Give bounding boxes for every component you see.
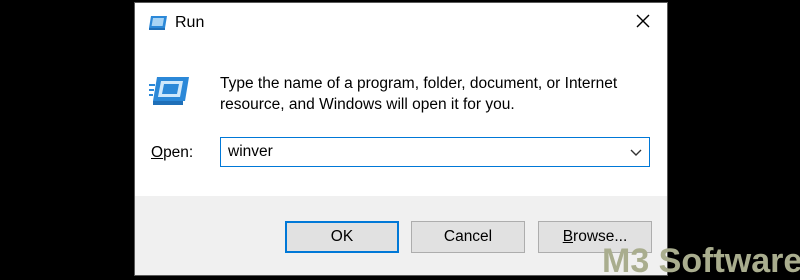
dialog-footer: OK Cancel Browse... bbox=[135, 196, 667, 275]
dialog-description: Type the name of a program, folder, docu… bbox=[220, 75, 618, 113]
cancel-button[interactable]: Cancel bbox=[411, 221, 525, 253]
watermark-software: Software bbox=[649, 242, 800, 280]
close-icon bbox=[636, 14, 650, 33]
open-input[interactable]: winver bbox=[228, 143, 273, 161]
watermark-logo: M3 Software bbox=[602, 244, 800, 278]
chevron-down-icon[interactable] bbox=[629, 146, 643, 158]
run-icon bbox=[147, 13, 169, 31]
ok-button[interactable]: OK bbox=[285, 221, 399, 253]
watermark-m3: M3 bbox=[602, 242, 650, 280]
open-label: Open: bbox=[151, 144, 193, 162]
open-combobox[interactable]: winver bbox=[220, 137, 650, 167]
dialog-content: Type the name of a program, folder, docu… bbox=[135, 43, 667, 196]
browse-accel: B bbox=[562, 228, 574, 245]
window-title: Run bbox=[175, 14, 205, 31]
run-dialog: Run Type the name of a program, folder, … bbox=[134, 2, 668, 276]
close-button[interactable] bbox=[629, 9, 657, 37]
title-bar[interactable]: Run bbox=[135, 3, 667, 43]
open-label-accel: O bbox=[151, 144, 164, 161]
run-icon bbox=[149, 73, 191, 107]
open-label-rest: pen: bbox=[163, 144, 194, 161]
